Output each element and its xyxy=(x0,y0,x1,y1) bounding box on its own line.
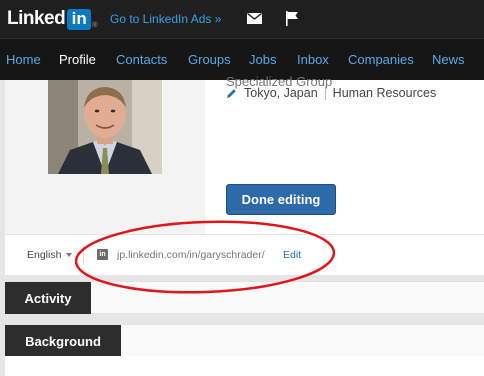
done-editing-button[interactable]: Done editing xyxy=(226,184,336,215)
public-profile-url[interactable]: jp.linkedin.com/in/garyschrader/ xyxy=(117,249,265,261)
nav-jobs[interactable]: Jobs xyxy=(249,52,276,67)
logo-text: Linked xyxy=(7,8,66,29)
mail-icon[interactable] xyxy=(247,13,262,24)
chevron-down-icon xyxy=(66,253,73,257)
background-content xyxy=(5,356,484,376)
separator xyxy=(324,86,326,100)
language-label: English xyxy=(27,249,62,261)
photo-frame xyxy=(5,80,205,234)
go-to-ads-link[interactable]: Go to LinkedIn Ads » xyxy=(110,12,221,26)
nav-groups[interactable]: Groups xyxy=(188,52,231,67)
top-bar: Linked in ® Go to LinkedIn Ads » xyxy=(0,0,484,38)
nav-inbox[interactable]: Inbox xyxy=(297,52,329,67)
logo-registered-mark: ® xyxy=(92,21,98,29)
nav-profile[interactable]: Profile xyxy=(59,52,96,67)
profile-photo[interactable] xyxy=(48,80,162,174)
background-section: Background xyxy=(5,324,484,357)
industry-text: Human Resources xyxy=(332,86,437,100)
linkedin-logo[interactable]: Linked in ® xyxy=(7,8,97,30)
language-selector[interactable]: English xyxy=(27,249,73,261)
nav-companies[interactable]: Companies xyxy=(348,52,414,67)
location-text: Tokyo, Japan xyxy=(244,86,318,100)
pencil-icon[interactable] xyxy=(226,88,237,99)
linkedin-small-icon: in xyxy=(97,249,108,260)
flag-icon[interactable] xyxy=(285,11,299,26)
nav-news[interactable]: News xyxy=(432,52,465,67)
activity-section: Activity xyxy=(5,281,484,314)
location-row: Tokyo, Japan Human Resources xyxy=(226,86,436,100)
background-tab[interactable]: Background xyxy=(5,325,121,357)
logo-in-box: in xyxy=(67,8,92,30)
profile-footer: English in jp.linkedin.com/in/garyschrad… xyxy=(5,234,484,275)
profile-photo-image xyxy=(48,80,162,174)
activity-tab[interactable]: Activity xyxy=(5,282,91,314)
divider xyxy=(83,245,84,265)
edit-url-link[interactable]: Edit xyxy=(283,249,301,261)
nav-home[interactable]: Home xyxy=(6,52,41,67)
profile-card: Specialized Group Tokyo, Japan Human Res… xyxy=(5,74,484,234)
nav-contacts[interactable]: Contacts xyxy=(116,52,167,67)
